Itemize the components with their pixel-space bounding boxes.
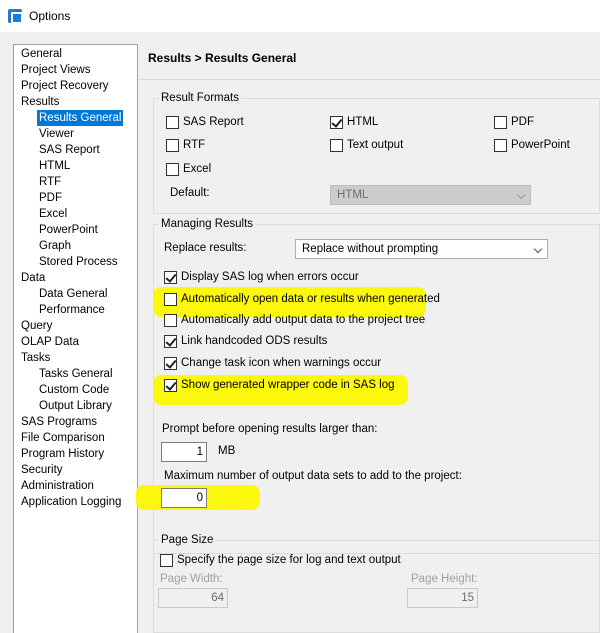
auto-add-output-checkbox[interactable]: Automatically add output data to the pro… xyxy=(164,312,425,328)
nav-item-general[interactable]: General xyxy=(19,46,64,62)
nav-item-administration[interactable]: Administration xyxy=(19,478,96,494)
checkbox-label: Excel xyxy=(183,163,212,175)
nav-item-sas-report[interactable]: SAS Report xyxy=(37,142,102,158)
max-datasets-input[interactable]: 0 xyxy=(161,488,207,508)
checkbox-label: SAS Report xyxy=(183,116,244,128)
checkbox-label: Automatically open data or results when … xyxy=(181,293,440,305)
page-width-input: 64 xyxy=(158,588,228,608)
max-datasets-label: Maximum number of output data sets to ad… xyxy=(164,470,462,482)
replace-results-select[interactable]: Replace without prompting xyxy=(295,239,548,259)
nav-item-query[interactable]: Query xyxy=(19,318,54,334)
checkbox-box xyxy=(494,138,507,152)
default-format-value: HTML xyxy=(337,189,369,201)
nav-item-tasks[interactable]: Tasks xyxy=(19,350,52,366)
nav-item-program-history[interactable]: Program History xyxy=(19,446,106,462)
checkbox-box xyxy=(164,378,177,392)
checkbox-label: Automatically add output data to the pro… xyxy=(181,314,426,326)
format-pdf-checkbox[interactable]: PDF xyxy=(494,114,534,130)
show-wrapper-code-checkbox[interactable]: Show generated wrapper code in SAS log xyxy=(164,377,395,393)
result-formats-title: Result Formats xyxy=(159,91,241,105)
page-title: Results > Results General xyxy=(148,51,297,65)
checkbox-box xyxy=(166,115,179,129)
nav-item-results-general[interactable]: Results General xyxy=(37,110,124,126)
prompt-size-unit: MB xyxy=(218,445,236,457)
checkbox-label: RTF xyxy=(183,139,206,151)
checkbox-label: Link handcoded ODS results xyxy=(181,335,328,347)
checkbox-label: PDF xyxy=(511,116,534,128)
nav-item-results[interactable]: Results xyxy=(19,94,61,110)
replace-results-value: Replace without prompting xyxy=(302,243,439,255)
default-format-label: Default: xyxy=(170,187,210,199)
format-html-checkbox[interactable]: HTML xyxy=(330,114,378,130)
checkbox-box xyxy=(164,334,177,348)
checkbox-label: PowerPoint xyxy=(511,139,570,151)
checkbox-box xyxy=(494,115,507,129)
nav-item-html[interactable]: HTML xyxy=(37,158,72,174)
prompt-size-input[interactable]: 1 xyxy=(161,442,207,462)
nav-item-performance[interactable]: Performance xyxy=(37,302,107,318)
page-size-title: Page Size xyxy=(159,533,216,547)
change-task-icon-checkbox[interactable]: Change task icon when warnings occur xyxy=(164,355,381,371)
nav-item-powerpoint[interactable]: PowerPoint xyxy=(37,222,100,238)
checkbox-label: Text output xyxy=(347,139,404,151)
managing-results-title: Managing Results xyxy=(159,217,256,231)
window-title: Options xyxy=(29,9,71,23)
chevron-down-icon xyxy=(533,244,543,254)
checkbox-label: Change task icon when warnings occur xyxy=(181,357,382,369)
nav-item-graph[interactable]: Graph xyxy=(37,238,73,254)
specify-page-size-checkbox[interactable]: Specify the page size for log and text o… xyxy=(160,552,401,568)
prompt-size-label: Prompt before opening results larger tha… xyxy=(162,423,378,435)
checkbox-box xyxy=(164,356,177,370)
nav-item-application-logging[interactable]: Application Logging xyxy=(19,494,123,510)
checkbox-box xyxy=(160,553,173,567)
format-excel-checkbox[interactable]: Excel xyxy=(166,161,211,177)
checkbox-label: HTML xyxy=(347,116,379,128)
nav-item-security[interactable]: Security xyxy=(19,462,65,478)
format-rtf-checkbox[interactable]: RTF xyxy=(166,137,205,153)
options-nav-tree[interactable]: General Project Views Project Recovery R… xyxy=(13,44,138,633)
chevron-down-icon xyxy=(516,190,526,200)
page-height-input: 15 xyxy=(407,588,478,608)
nav-item-custom-code[interactable]: Custom Code xyxy=(37,382,111,398)
checkbox-box xyxy=(166,138,179,152)
options-dialog: General Project Views Project Recovery R… xyxy=(0,32,600,633)
page-width-label: Page Width: xyxy=(160,573,223,585)
nav-item-tasks-general[interactable]: Tasks General xyxy=(37,366,115,382)
checkbox-box xyxy=(164,270,177,284)
nav-item-data[interactable]: Data xyxy=(19,270,47,286)
display-sas-log-checkbox[interactable]: Display SAS log when errors occur xyxy=(164,269,359,285)
nav-item-excel[interactable]: Excel xyxy=(37,206,69,222)
checkbox-box xyxy=(164,313,177,327)
nav-item-pdf[interactable]: PDF xyxy=(37,190,64,206)
options-app-icon xyxy=(8,9,23,24)
checkbox-box xyxy=(330,138,343,152)
nav-item-olap-data[interactable]: OLAP Data xyxy=(19,334,81,350)
link-ods-results-checkbox[interactable]: Link handcoded ODS results xyxy=(164,333,327,349)
nav-item-viewer[interactable]: Viewer xyxy=(37,126,76,142)
nav-item-project-views[interactable]: Project Views xyxy=(19,62,92,78)
nav-item-output-library[interactable]: Output Library xyxy=(37,398,114,414)
page-height-label: Page Height: xyxy=(411,573,478,585)
nav-item-sas-programs[interactable]: SAS Programs xyxy=(19,414,99,430)
checkbox-label: Display SAS log when errors occur xyxy=(181,271,359,283)
nav-item-file-comparison[interactable]: File Comparison xyxy=(19,430,107,446)
title-bar: Options xyxy=(0,0,600,32)
checkbox-box xyxy=(330,115,343,129)
nav-item-data-general[interactable]: Data General xyxy=(37,286,109,302)
checkbox-label: Specify the page size for log and text o… xyxy=(177,554,401,566)
replace-results-label: Replace results: xyxy=(164,242,247,254)
nav-item-rtf[interactable]: RTF xyxy=(37,174,63,190)
checkbox-box xyxy=(164,292,177,306)
checkbox-label: Show generated wrapper code in SAS log xyxy=(181,379,395,391)
header-divider xyxy=(138,79,600,80)
auto-open-results-checkbox[interactable]: Automatically open data or results when … xyxy=(164,291,440,307)
nav-item-stored-process[interactable]: Stored Process xyxy=(37,254,120,270)
checkbox-box xyxy=(166,162,179,176)
default-format-select: HTML xyxy=(330,185,531,205)
format-sas-report-checkbox[interactable]: SAS Report xyxy=(166,114,244,130)
format-text-output-checkbox[interactable]: Text output xyxy=(330,137,403,153)
format-powerpoint-checkbox[interactable]: PowerPoint xyxy=(494,137,570,153)
nav-item-project-recovery[interactable]: Project Recovery xyxy=(19,78,111,94)
